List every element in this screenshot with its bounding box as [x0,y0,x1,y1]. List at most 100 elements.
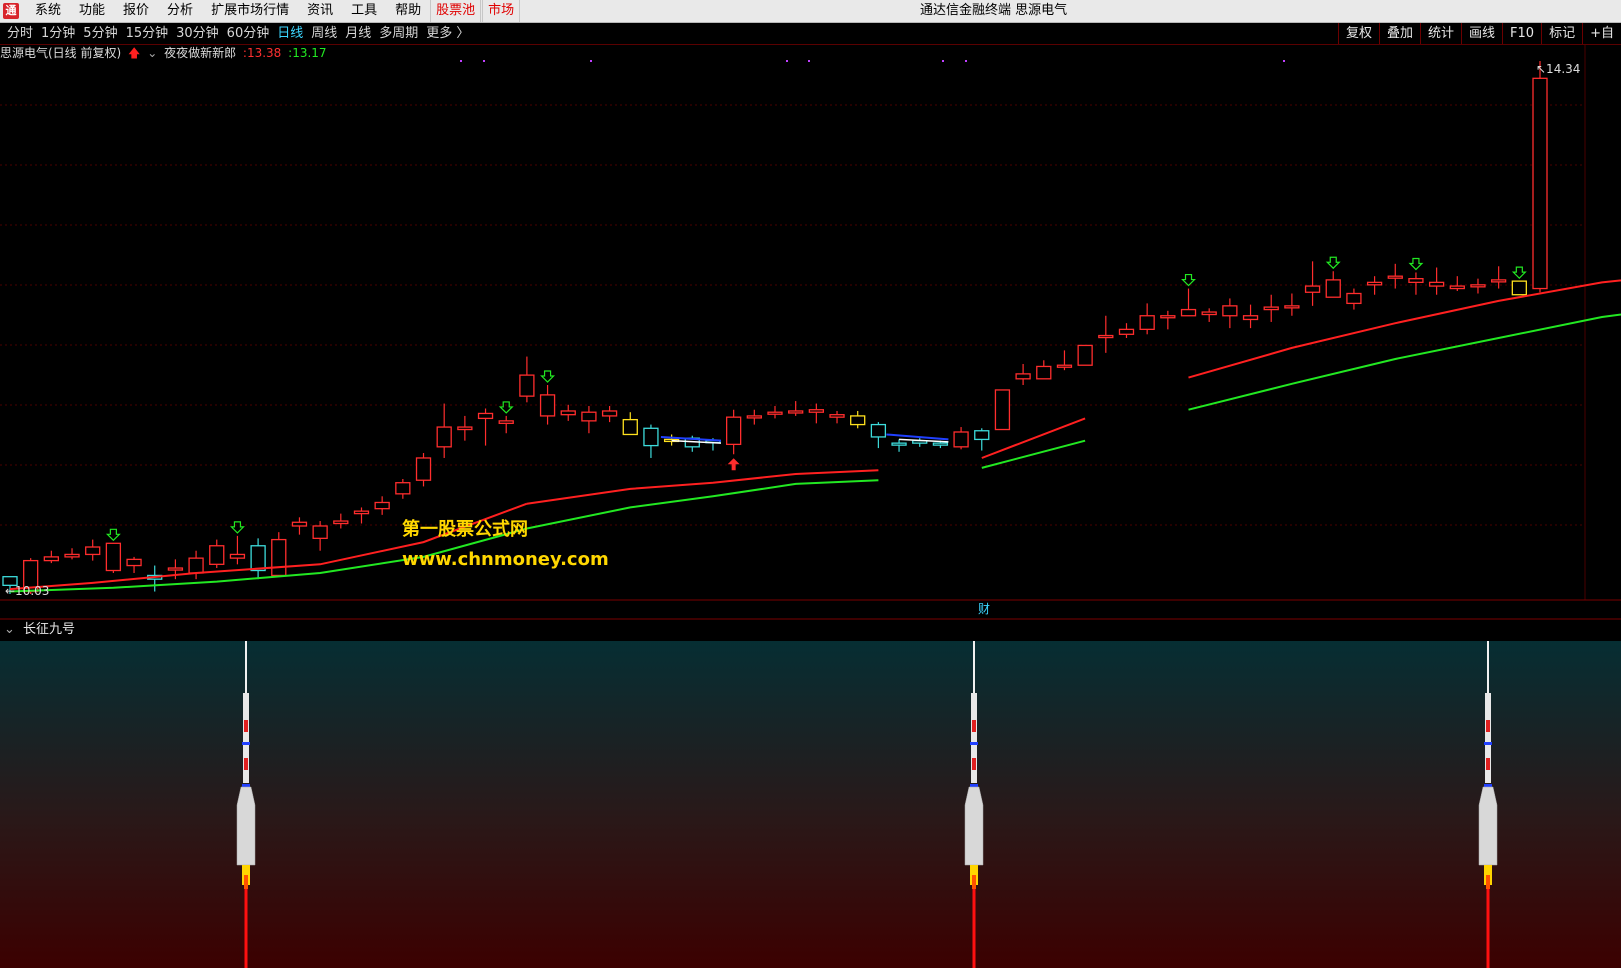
candle-body[interactable] [85,546,101,556]
candle-body[interactable] [1015,373,1031,380]
candle-body[interactable] [415,457,432,481]
candle-body[interactable] [1284,305,1300,309]
candle-body[interactable] [1346,292,1362,305]
candle-body[interactable] [1098,334,1114,339]
menu-item-1[interactable]: 系统 [26,0,70,22]
menu-item-3[interactable]: 报价 [114,0,158,22]
candle-body[interactable] [167,567,184,571]
candle-body[interactable] [850,415,866,426]
tool-button-1[interactable]: 复权 [1337,23,1379,44]
tool-button-3[interactable]: 统计 [1420,23,1461,44]
period-tab-10[interactable]: 多周期 [375,23,422,44]
candle-body[interactable] [1077,344,1093,366]
candle-body[interactable] [1490,279,1507,283]
menu-item-7[interactable]: 工具 [342,0,386,22]
candle-body[interactable] [1366,281,1383,286]
candle-body[interactable] [1511,280,1527,296]
chevron-down-icon[interactable]: ⌄ [0,622,19,637]
menu-highlight-1[interactable]: 股票池 [430,0,482,22]
candle-body[interactable] [1056,364,1073,368]
candle-body[interactable] [1160,315,1176,319]
candle-body[interactable] [126,558,142,567]
candle-body[interactable] [994,389,1011,431]
candle-body[interactable] [1387,275,1403,279]
candle-body[interactable] [43,556,60,562]
candle-body[interactable] [1408,278,1424,284]
tool-button-6[interactable]: 标记 [1541,23,1582,44]
candle-body[interactable] [1242,315,1259,321]
period-tab-8[interactable]: 周线 [307,23,341,44]
candle-body[interactable] [539,394,556,417]
period-tab-7[interactable]: 日线 [273,23,307,44]
candle-body[interactable] [395,482,411,495]
candle-body[interactable] [1139,315,1155,331]
candle-body[interactable] [498,420,514,424]
candle-body[interactable] [312,525,328,540]
candle-body[interactable] [1428,281,1445,287]
period-tab-11[interactable]: 更多 〉 [422,23,473,44]
tool-button-7[interactable]: +自 [1582,23,1621,44]
kline-chart[interactable]: ↖14.34 ←10.03 财 [0,45,1621,968]
candle-body[interactable] [209,545,225,565]
candle-body[interactable] [788,410,804,414]
candle-body[interactable] [601,410,618,417]
candle-body[interactable] [229,553,246,559]
period-tab-6[interactable]: 60分钟 [223,23,274,44]
candle-body[interactable] [560,410,576,416]
candle-body[interactable] [1304,285,1321,293]
candle-body[interactable] [1201,311,1217,316]
candle-body[interactable] [1449,285,1465,290]
candle-body[interactable] [457,426,473,431]
candle-body[interactable] [1036,365,1052,380]
period-tab-2[interactable]: 1分钟 [37,23,79,44]
candle-body[interactable] [808,409,825,413]
candle-body[interactable] [1532,77,1548,290]
candle-body[interactable] [953,431,969,448]
candle-body[interactable] [436,426,452,448]
period-tab-3[interactable]: 5分钟 [79,23,121,44]
candle-body[interactable] [1470,284,1486,288]
candle-body[interactable] [477,412,494,420]
candle-body[interactable] [725,416,742,446]
menu-item-5[interactable]: 扩展市场行情 [202,0,298,22]
menu-highlight-2[interactable]: 市场 [482,0,521,22]
candle-body[interactable] [353,510,370,515]
chevron-down-icon[interactable]: ⌄ [147,46,157,60]
tool-button-5[interactable]: F10 [1502,23,1541,44]
candle-body[interactable] [622,418,638,436]
menu-item-2[interactable]: 功能 [70,0,114,22]
candle-body[interactable] [291,521,308,527]
candle-body[interactable] [581,411,597,422]
candle-body[interactable] [974,430,990,441]
menu-item-4[interactable]: 分析 [158,0,202,22]
candle-body[interactable] [188,557,204,574]
rocket-flame [1486,875,1490,889]
tool-button-4[interactable]: 画线 [1461,23,1502,44]
candle-body[interactable] [891,442,907,446]
candle-body[interactable] [519,374,535,397]
menu-item-8[interactable]: 帮助 [386,0,430,22]
candle-body[interactable] [767,411,783,415]
candle-body[interactable] [1263,306,1279,311]
candle-body[interactable] [64,553,80,558]
menu-item-6[interactable]: 资讯 [298,0,342,22]
candle-body[interactable] [105,542,122,572]
candle-body[interactable] [374,501,390,510]
period-tab-4[interactable]: 15分钟 [122,23,173,44]
candle-body[interactable] [746,415,762,419]
candle-body[interactable] [932,442,949,446]
tool-button-2[interactable]: 叠加 [1379,23,1420,44]
candle-body[interactable] [1180,308,1197,317]
candle-body[interactable] [271,538,287,577]
candle-body[interactable] [333,520,349,525]
candle-body[interactable] [250,545,266,572]
candle-body[interactable] [1325,279,1341,298]
candle-body[interactable] [1222,305,1238,317]
candle-body[interactable] [829,414,845,418]
period-tab-5[interactable]: 30分钟 [172,23,223,44]
period-tab-9[interactable]: 月线 [341,23,375,44]
period-tab-1[interactable]: 分时 [3,23,37,44]
candle-body[interactable] [1118,328,1135,335]
candle-body[interactable] [870,423,887,438]
candle-body[interactable] [643,427,659,447]
